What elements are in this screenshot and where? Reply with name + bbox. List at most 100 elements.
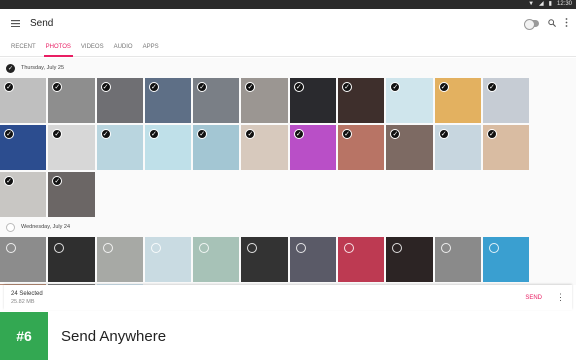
unchecked-circle-icon: [102, 243, 113, 253]
photo-thumbnail[interactable]: [0, 237, 47, 282]
unchecked-circle-icon: [247, 243, 258, 253]
check-icon: ✓: [486, 82, 497, 92]
photo-thumbnail[interactable]: ✓: [0, 78, 47, 123]
selection-bar: 24 Selected 25.82 MB SEND ⋮: [4, 285, 572, 310]
check-icon: ✓: [4, 82, 14, 92]
photo-thumbnail[interactable]: ✓: [193, 78, 240, 123]
tab-apps[interactable]: APPS: [138, 37, 164, 57]
page-title: Send: [30, 17, 54, 29]
tab-audio[interactable]: AUDIO: [109, 37, 138, 57]
photo-thumbnail[interactable]: ✓: [241, 125, 288, 170]
unchecked-circle-icon: [199, 243, 210, 253]
photo-thumbnail[interactable]: [386, 237, 433, 282]
check-icon: ✓: [245, 129, 256, 139]
check-icon: ✓: [100, 82, 111, 92]
rank-badge: #6: [0, 312, 48, 360]
photo-thumbnail[interactable]: ✓: [193, 125, 240, 170]
photo-thumbnail[interactable]: ✓: [434, 78, 481, 123]
check-icon: ✓: [100, 129, 111, 139]
photo-thumbnail[interactable]: ✓: [434, 125, 481, 170]
photo-thumbnail[interactable]: ✓: [482, 78, 530, 123]
photo-thumbnail[interactable]: [48, 237, 95, 282]
check-icon: ✓: [52, 129, 63, 139]
check-icon: ✓: [390, 129, 401, 139]
tab-videos[interactable]: VIDEOS: [76, 37, 109, 57]
menu-icon[interactable]: [0, 9, 30, 37]
photo-thumbnail[interactable]: ✓: [144, 78, 192, 123]
more-options-icon[interactable]: ⋮: [556, 292, 565, 303]
status-bar: ▼ ◢ ▮ 12:30: [0, 0, 576, 9]
check-icon: ✓: [293, 82, 304, 92]
photo-thumbnail[interactable]: ✓: [48, 172, 95, 217]
photo-thumbnail[interactable]: ✓: [0, 172, 47, 217]
photo-thumbnail[interactable]: ✓: [386, 78, 433, 123]
photo-thumbnail[interactable]: ✓: [48, 125, 95, 170]
photo-thumbnail[interactable]: [144, 237, 192, 282]
unchecked-circle-icon: [488, 243, 499, 253]
clock: 12:30: [556, 1, 572, 7]
photo-thumbnail[interactable]: ✓: [482, 125, 530, 170]
check-icon: ✓: [197, 129, 208, 139]
check-icon: ✓: [148, 82, 159, 92]
photo-thumbnail[interactable]: ✓: [241, 78, 288, 123]
date-group-header: Wednesday, July 24: [0, 217, 576, 237]
check-icon: ✓: [4, 176, 14, 186]
group-date: Thursday, July 25: [21, 65, 65, 71]
photo-grid: [0, 237, 576, 285]
photo-thumbnail[interactable]: ✓: [0, 125, 47, 170]
photo-thumbnail[interactable]: [338, 237, 385, 282]
photo-thumbnail[interactable]: ✓: [144, 125, 192, 170]
photo-thumbnail[interactable]: ✓: [386, 125, 433, 170]
app-bar: Send: [0, 9, 576, 37]
media-tabs: RECENT PHOTOS VIDEOS AUDIO APPS: [0, 37, 576, 57]
photo-grid: ✓ ✓ ✓ ✓ ✓ ✓ ✓ ✓ ✓ ✓ ✓ ✓ ✓ ✓ ✓ ✓ ✓ ✓ ✓ ✓ ✓ ✓ ✓ ✓: [0, 78, 576, 217]
unchecked-circle-icon: [295, 243, 306, 253]
wifi-icon: ▼: [528, 1, 535, 7]
battery-icon: ▮: [548, 1, 552, 7]
photo-thumbnail[interactable]: [482, 237, 530, 282]
photo-thumbnail[interactable]: [434, 237, 481, 282]
check-icon: ✓: [293, 129, 304, 139]
check-icon: ✓: [342, 82, 353, 92]
tab-photos[interactable]: PHOTOS: [41, 37, 76, 57]
unchecked-circle-icon: [344, 243, 355, 253]
send-button[interactable]: SEND: [525, 295, 542, 301]
photo-thumbnail[interactable]: [241, 237, 288, 282]
photo-thumbnail[interactable]: ✓: [96, 78, 143, 123]
unchecked-circle-icon: [440, 243, 451, 253]
signal-icon: ◢: [539, 1, 544, 7]
group-date: Wednesday, July 24: [21, 224, 71, 230]
photo-thumbnail[interactable]: [96, 237, 143, 282]
photo-thumbnail[interactable]: ✓: [289, 78, 337, 123]
selection-size: 25.82 MB: [11, 298, 35, 305]
photo-thumbnail[interactable]: ✓: [289, 125, 337, 170]
photo-list: ✓ Thursday, July 25 ✓ ✓ ✓ ✓ ✓ ✓ ✓ ✓ ✓ ✓ ✓ ✓ ✓ ✓ ✓ ✓ ✓ ✓ ✓ ✓…: [0, 58, 576, 285]
photo-thumbnail[interactable]: ✓: [338, 78, 385, 123]
more-options-icon[interactable]: [565, 14, 568, 32]
photo-thumbnail[interactable]: ✓: [48, 78, 95, 123]
group-select-checkbox[interactable]: ✓: [6, 63, 15, 73]
check-icon: ✓: [4, 129, 14, 139]
unchecked-circle-icon: [6, 243, 16, 253]
tab-recent[interactable]: RECENT: [6, 37, 41, 57]
check-icon: ✓: [245, 82, 256, 92]
app-banner: #6 Send Anywhere: [0, 312, 576, 360]
check-icon: ✓: [390, 82, 401, 92]
wifi-direct-toggle[interactable]: [524, 18, 539, 30]
check-icon: ✓: [148, 129, 159, 139]
check-icon: ✓: [438, 129, 449, 139]
photo-thumbnail[interactable]: ✓: [96, 125, 143, 170]
check-icon: ✓: [342, 129, 353, 139]
date-group-header: ✓ Thursday, July 25: [0, 58, 576, 78]
unchecked-circle-icon: [392, 243, 403, 253]
photo-thumbnail[interactable]: [193, 237, 240, 282]
group-select-checkbox[interactable]: [6, 222, 15, 232]
photo-thumbnail[interactable]: ✓: [338, 125, 385, 170]
check-icon: ✓: [438, 82, 449, 92]
check-icon: ✓: [486, 129, 497, 139]
app-name: Send Anywhere: [61, 327, 167, 345]
photo-thumbnail[interactable]: [289, 237, 337, 282]
search-icon[interactable]: [548, 14, 556, 32]
check-icon: ✓: [52, 82, 63, 92]
unchecked-circle-icon: [150, 243, 161, 253]
